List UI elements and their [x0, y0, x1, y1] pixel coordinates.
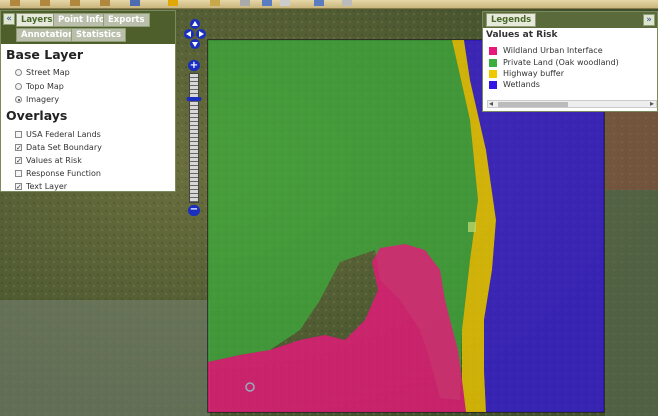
swatch-wetlands: [489, 80, 497, 89]
toolbar-link-icon[interactable]: [130, 0, 140, 6]
legend-item: Wildland Urban Interface: [489, 46, 603, 56]
base-layer-option-label: Street Map: [26, 68, 70, 77]
toolbar-pencil-icon[interactable]: [10, 0, 20, 6]
scroll-left-icon[interactable]: ◂: [489, 99, 493, 108]
hills-area: [605, 190, 658, 416]
layers-panel: « Layers Point Info Exports Annotation S…: [0, 10, 176, 192]
map-feature: [468, 222, 476, 232]
legend-title: Values at Risk: [486, 30, 558, 40]
toolbar-pencil-icon[interactable]: [70, 0, 80, 6]
toolbar-pencil-icon[interactable]: [100, 0, 110, 6]
tab-exports[interactable]: Exports: [103, 13, 150, 27]
marsh-area: [605, 110, 658, 190]
base-layer-heading: Base Layer: [6, 47, 84, 62]
zoom-track[interactable]: [189, 73, 199, 203]
checkbox-response-function[interactable]: [15, 170, 22, 177]
base-layer-option-topo-map[interactable]: Topo Map: [15, 81, 64, 92]
base-layer-option-imagery[interactable]: Imagery: [15, 94, 59, 105]
toolbar-pencil-icon[interactable]: [40, 0, 50, 6]
top-toolbar: [0, 0, 658, 9]
toolbar-info-icon[interactable]: [262, 0, 272, 6]
checkbox-text-layer[interactable]: ✓: [15, 183, 22, 191]
overlay-item-response-function[interactable]: Response Function: [15, 168, 101, 179]
town-area: [0, 300, 210, 416]
overlays-heading: Overlays: [6, 108, 68, 123]
tab-statistics[interactable]: Statistics: [71, 28, 127, 42]
pan-control: [184, 19, 206, 49]
swatch-wui: [489, 46, 497, 55]
overlay-item-label: Data Set Boundary: [26, 143, 102, 152]
base-layer-option-label: Topo Map: [26, 82, 64, 91]
zoom-slider[interactable]: + −: [187, 60, 203, 216]
scroll-thumb[interactable]: [498, 102, 568, 107]
legend-item: Wetlands: [489, 80, 540, 90]
checkbox-data-set-boundary[interactable]: ✓: [15, 144, 22, 152]
tab-annotation[interactable]: Annotation: [16, 28, 80, 42]
legend-item: Private Land (Oak woodland): [489, 58, 619, 68]
legend-item-label: Wetlands: [503, 80, 540, 89]
legend-horizontal-scrollbar[interactable]: ◂ ▸: [487, 99, 657, 108]
legend-item-label: Private Land (Oak woodland): [503, 58, 619, 67]
checkbox-usa-federal-lands[interactable]: [15, 131, 22, 138]
tab-layers[interactable]: Layers: [16, 13, 58, 27]
toolbar-clear-icon[interactable]: [240, 0, 250, 6]
overlay-item-data-set-boundary[interactable]: ✓ Data Set Boundary: [15, 142, 102, 153]
toolbar-save-icon[interactable]: [314, 0, 324, 6]
overlay-item-label: Text Layer: [26, 182, 68, 191]
toolbar-measure-icon[interactable]: [280, 0, 290, 6]
overlay-item-label: Values at Risk: [26, 156, 82, 165]
panel-tab-bar: « Layers Point Info Exports Annotation S…: [1, 11, 175, 44]
legend-item-label: Wildland Urban Interface: [503, 46, 603, 55]
base-layer-option-street-map[interactable]: Street Map: [15, 67, 70, 78]
legend-header: Legends »: [483, 12, 657, 28]
expand-legend-button[interactable]: »: [643, 14, 655, 26]
legend-panel: Legends » Values at Risk Wildland Urban …: [482, 11, 658, 112]
legend-item: Highway buffer: [489, 69, 564, 79]
overlay-item-text-layer[interactable]: ✓ Text Layer: [15, 181, 67, 192]
radio-imagery[interactable]: [15, 96, 22, 103]
overlay-item-values-at-risk[interactable]: ✓ Values at Risk: [15, 155, 82, 166]
collapse-panel-button[interactable]: «: [3, 13, 15, 25]
zoom-in-button[interactable]: +: [188, 60, 200, 71]
radio-topo-map[interactable]: [15, 83, 22, 90]
overlay-item-label: Response Function: [26, 169, 101, 178]
zoom-out-button[interactable]: −: [188, 205, 200, 216]
swatch-private-land: [489, 58, 497, 67]
legend-item-label: Highway buffer: [503, 69, 564, 78]
tab-point-info[interactable]: Point Info: [53, 13, 110, 27]
checkbox-values-at-risk[interactable]: ✓: [15, 157, 22, 165]
tab-legends[interactable]: Legends: [486, 13, 537, 27]
toolbar-select-icon[interactable]: [168, 0, 178, 6]
zoom-handle[interactable]: [187, 97, 201, 101]
scroll-right-icon[interactable]: ▸: [650, 99, 654, 108]
overlay-item-usa-federal-lands[interactable]: USA Federal Lands: [15, 129, 101, 140]
base-layer-option-label: Imagery: [26, 95, 60, 104]
toolbar-edit-icon[interactable]: [210, 0, 220, 6]
swatch-highway-buffer: [489, 69, 497, 78]
radio-street-map[interactable]: [15, 69, 22, 76]
toolbar-print-icon[interactable]: [342, 0, 352, 6]
overlay-item-label: USA Federal Lands: [26, 130, 101, 139]
